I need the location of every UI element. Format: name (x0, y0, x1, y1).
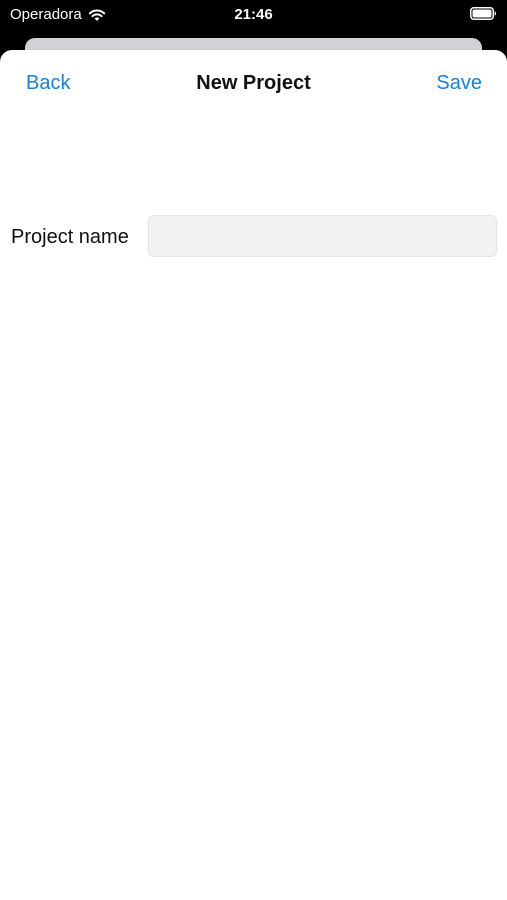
status-bar: Operadora 21:46 (0, 0, 507, 30)
project-name-input[interactable] (148, 215, 497, 257)
project-name-label: Project name (11, 226, 129, 248)
modal-sheet: Back New Project Save Project name (0, 50, 507, 900)
save-button[interactable]: Save (436, 72, 482, 95)
project-name-row: Project name (0, 215, 507, 259)
page-title: New Project (196, 72, 311, 94)
battery-icon (470, 7, 497, 20)
status-time: 21:46 (234, 6, 273, 23)
navigation-bar: Back New Project Save (0, 50, 507, 120)
